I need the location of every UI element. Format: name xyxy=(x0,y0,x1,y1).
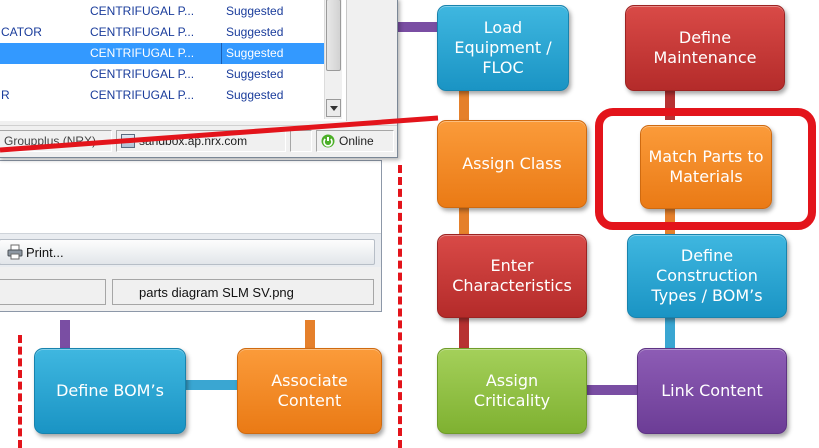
callout-line xyxy=(0,115,439,153)
